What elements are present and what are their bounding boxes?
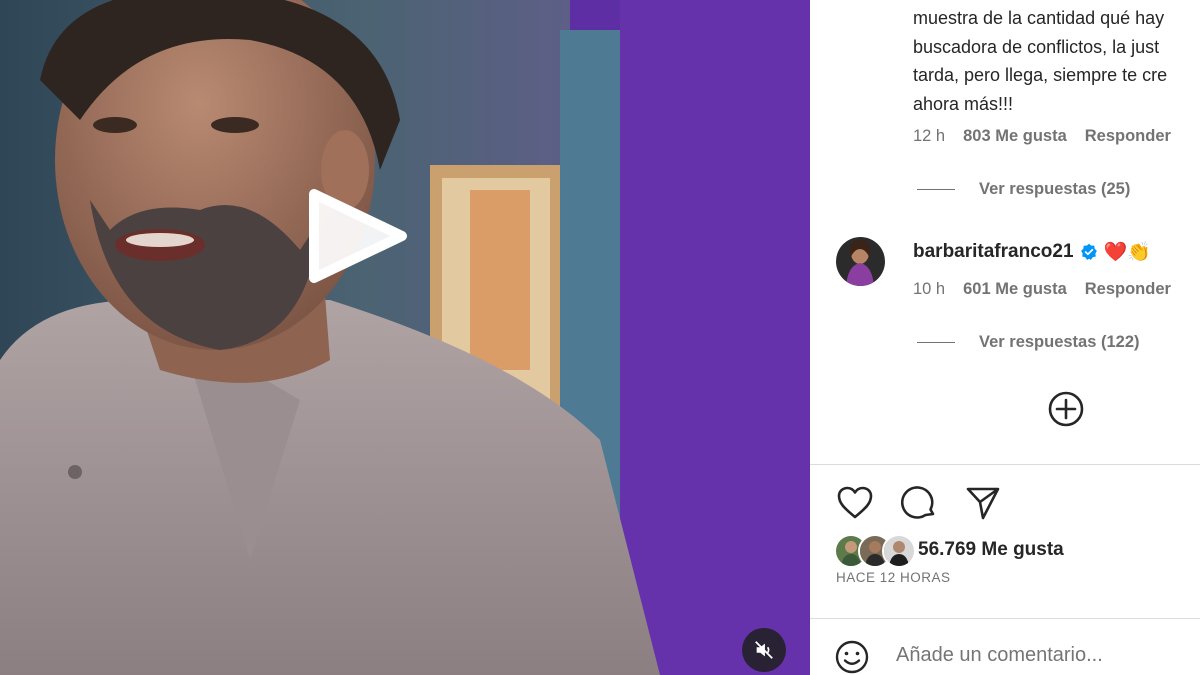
view-replies-button[interactable]: Ver respuestas (122) [917, 333, 1140, 352]
section-divider [810, 464, 1200, 465]
comment-line: ahora más!!! [913, 93, 1014, 114]
view-replies-label: Ver respuestas (25) [979, 180, 1131, 198]
section-divider [810, 618, 1200, 619]
action-bar [836, 484, 1002, 522]
comment-emoji-text: ❤️👏 [1103, 242, 1151, 263]
plus-circle-icon[interactable] [1047, 390, 1085, 428]
paper-plane-icon[interactable] [964, 484, 1002, 522]
divider-line [917, 189, 955, 190]
comment-likes[interactable]: 803 Me gusta [963, 127, 1067, 146]
comment-likes[interactable]: 601 Me gusta [963, 280, 1067, 299]
comment-line: muestra de la cantidad qué hay [913, 8, 1165, 28]
video-player[interactable] [0, 0, 810, 675]
comment-meta: 10 h 601 Me gusta Responder [913, 280, 1171, 299]
post-timestamp: HACE 12 HORAS [836, 570, 951, 585]
mute-button[interactable] [742, 628, 786, 672]
comments-panel: muestra de la cantidad qué hay buscadora… [810, 0, 1200, 675]
comment-text: muestra de la cantidad qué hay buscadora… [913, 4, 1200, 118]
reply-button[interactable]: Responder [1085, 280, 1171, 299]
comment-meta: 12 h 803 Me gusta Responder [913, 127, 1171, 146]
comment-username[interactable]: barbaritafranco21 [913, 241, 1074, 263]
reply-button[interactable]: Responder [1085, 127, 1171, 146]
comment-time: 10 h [913, 280, 946, 298]
comment-line: tarda, pero llega, siempre te cre [913, 65, 1168, 85]
comment-time: 12 h [913, 127, 946, 145]
liker-avatars[interactable] [834, 534, 916, 568]
smiley-icon[interactable] [834, 639, 870, 675]
view-replies-label: Ver respuestas (122) [979, 333, 1140, 351]
divider-line [917, 342, 955, 343]
view-replies-button[interactable]: Ver respuestas (25) [917, 180, 1130, 199]
avatar-image [836, 237, 885, 286]
heart-icon[interactable] [836, 484, 874, 522]
avatar[interactable] [836, 237, 885, 286]
comment-username-row: barbaritafranco21 ❤️👏 [913, 240, 1151, 264]
video-frame [0, 0, 810, 675]
comment-input[interactable] [896, 644, 1186, 667]
liker-avatar [882, 534, 916, 568]
muted-speaker-icon [755, 641, 773, 659]
verified-badge-icon [1080, 243, 1097, 260]
post-likes-count[interactable]: 56.769 Me gusta [918, 539, 1064, 561]
comment-bubble-icon[interactable] [900, 484, 938, 522]
play-icon[interactable] [306, 186, 410, 286]
comment-line: buscadora de conflictos, la just [913, 36, 1160, 57]
